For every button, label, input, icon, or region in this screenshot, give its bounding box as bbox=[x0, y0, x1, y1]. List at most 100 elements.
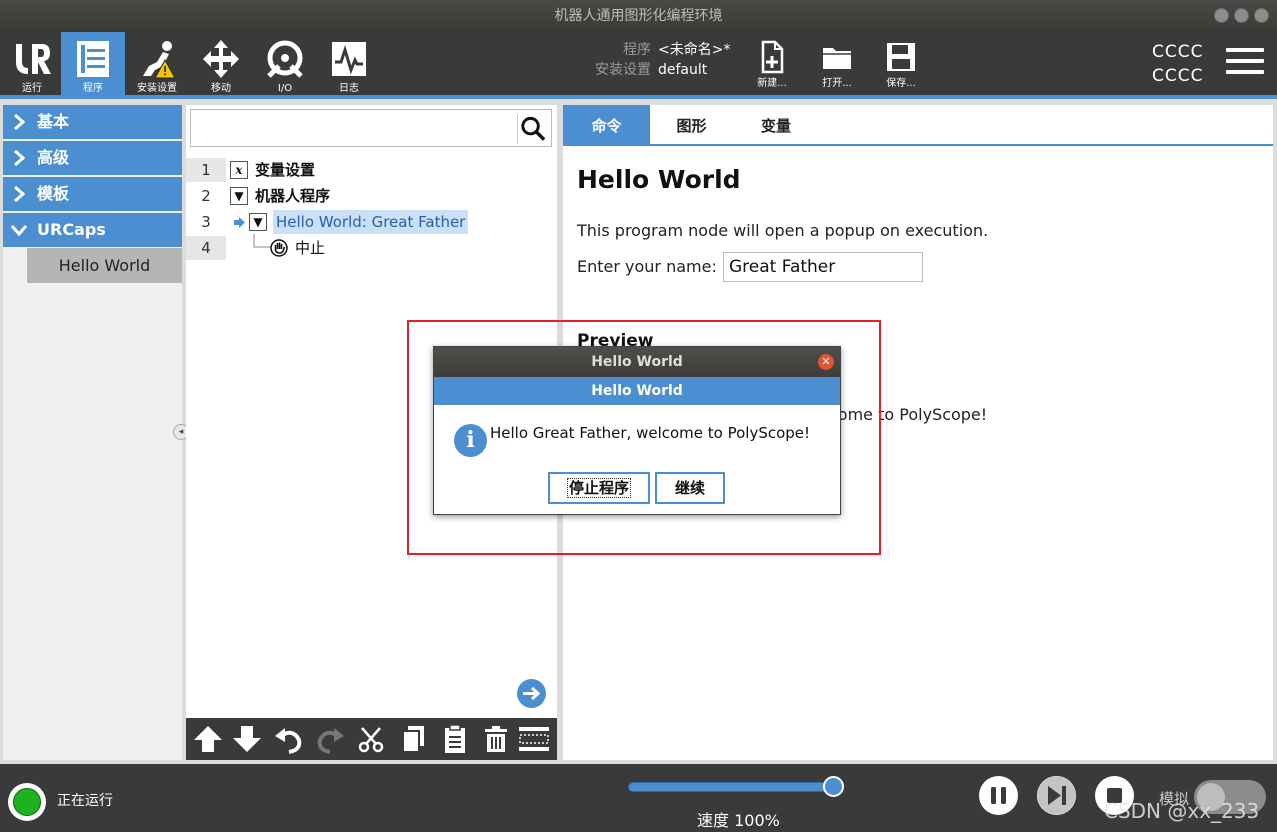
installation-tab-label: 安装设置 bbox=[137, 83, 177, 94]
window-controls bbox=[1214, 8, 1269, 23]
tab-graphics[interactable]: 图形 bbox=[650, 105, 733, 144]
installation-warning-icon bbox=[143, 41, 176, 79]
node-description: This program node will open a popup on e… bbox=[577, 221, 989, 240]
collapse-triangle-icon[interactable]: ▼ bbox=[249, 213, 267, 231]
nav-advanced[interactable]: 高级 bbox=[3, 141, 182, 175]
user-display: CCCC CCCC bbox=[1152, 40, 1203, 88]
popup-window-title: Hello World bbox=[591, 354, 683, 370]
nav-templates-label: 模板 bbox=[37, 184, 70, 203]
log-tab-button[interactable]: 日志 bbox=[317, 32, 381, 96]
open-button[interactable]: 打开... bbox=[807, 38, 867, 94]
program-info-labels: 程序 安装设置 bbox=[585, 40, 651, 80]
stop-program-button[interactable]: 停止程序 bbox=[548, 472, 650, 504]
nav-basic[interactable]: 基本 bbox=[3, 105, 182, 139]
installation-tab-button[interactable]: 安装设置 bbox=[125, 32, 189, 96]
next-node-arrow-icon[interactable] bbox=[517, 679, 546, 708]
chevron-down-icon bbox=[11, 225, 27, 237]
folder-icon bbox=[823, 48, 851, 69]
move-up-icon[interactable] bbox=[192, 724, 224, 754]
move-tab-label: 移动 bbox=[211, 83, 231, 94]
popup-header: Hello World bbox=[434, 377, 840, 405]
speed-slider-handle[interactable] bbox=[823, 776, 844, 797]
tab-variables[interactable]: 变量 bbox=[733, 105, 819, 144]
tab-command[interactable]: 命令 bbox=[563, 105, 650, 144]
minimize-button[interactable] bbox=[1214, 8, 1229, 23]
program-name: <未命名>* bbox=[658, 42, 731, 58]
halt-hand-icon bbox=[270, 239, 288, 257]
x-variable-icon: x bbox=[230, 161, 248, 179]
info-icon: i bbox=[454, 424, 487, 457]
node-title: Hello World bbox=[577, 165, 741, 194]
redo-icon[interactable] bbox=[314, 724, 346, 754]
program-tab-button[interactable]: 程序 bbox=[61, 32, 125, 96]
program-label: 程序 bbox=[623, 42, 651, 58]
log-tab-label: 日志 bbox=[339, 83, 359, 94]
line-number: 3 bbox=[201, 213, 211, 231]
floppy-save-icon bbox=[887, 43, 915, 71]
collapse-triangle-icon[interactable]: ▼ bbox=[230, 187, 248, 205]
close-icon[interactable]: ✕ bbox=[818, 354, 834, 370]
delete-trash-icon[interactable] bbox=[480, 724, 512, 754]
program-info-values: <未命名>* default bbox=[658, 40, 730, 80]
move-tab-button[interactable]: 移动 bbox=[189, 32, 253, 96]
nav-urcaps-label: URCaps bbox=[37, 220, 106, 239]
tree-row[interactable]: 2 ▼ 机器人程序 bbox=[186, 184, 557, 208]
copy-icon[interactable] bbox=[398, 724, 430, 754]
move-down-icon[interactable] bbox=[231, 724, 263, 754]
program-nodes-nav: 基本 高级 模板 URCaps Hello World bbox=[3, 105, 182, 760]
tree-connector bbox=[253, 234, 270, 248]
paste-clipboard-icon[interactable] bbox=[439, 724, 471, 754]
nav-basic-label: 基本 bbox=[37, 112, 70, 131]
hamburger-menu-icon[interactable] bbox=[1226, 48, 1264, 78]
save-button[interactable]: 保存... bbox=[871, 38, 931, 94]
run-tab-label: 运行 bbox=[22, 83, 42, 94]
tree-row-label: 中止 bbox=[295, 239, 326, 257]
installation-name: default bbox=[658, 62, 708, 78]
popup-titlebar: Hello World ✕ bbox=[434, 347, 840, 377]
pause-button[interactable] bbox=[979, 776, 1018, 815]
nav-hello-world-node[interactable]: Hello World bbox=[27, 248, 182, 283]
new-button[interactable]: 新建... bbox=[742, 38, 802, 94]
name-field-label: Enter your name: bbox=[577, 257, 717, 276]
search-icon[interactable] bbox=[517, 114, 547, 144]
watermark-text: CSDN @xx_233 bbox=[1104, 799, 1260, 823]
run-tab-button[interactable]: 运行 bbox=[0, 32, 64, 96]
name-input[interactable]: Great Father bbox=[723, 252, 923, 282]
status-bar: 正在运行 速度 100% 模拟 CSDN @xx_233 bbox=[0, 764, 1277, 832]
window-titlebar: 机器人通用图形化编程环境 bbox=[0, 0, 1277, 32]
nav-templates[interactable]: 模板 bbox=[3, 177, 182, 211]
maximize-button[interactable] bbox=[1234, 8, 1249, 23]
undo-icon[interactable] bbox=[273, 724, 305, 754]
user-line-1: CCCC bbox=[1152, 42, 1204, 62]
new-label: 新建... bbox=[757, 78, 787, 89]
tree-row-label: Hello World: Great Father bbox=[273, 210, 469, 234]
installation-label: 安装设置 bbox=[595, 62, 651, 78]
tree-edit-toolbar bbox=[186, 718, 557, 760]
line-number: 4 bbox=[186, 236, 226, 260]
toolbar-accent-line bbox=[0, 95, 1277, 99]
tree-search-input[interactable] bbox=[190, 109, 552, 147]
current-line-arrow-icon bbox=[234, 217, 245, 228]
step-button[interactable] bbox=[1037, 776, 1076, 815]
line-number: 2 bbox=[201, 187, 211, 205]
popup-message: Hello Great Father, welcome to PolyScope… bbox=[490, 424, 811, 442]
stop-program-label: 停止程序 bbox=[566, 478, 631, 498]
run-status-indicator bbox=[8, 783, 46, 821]
continue-button[interactable]: 继续 bbox=[655, 472, 725, 504]
ur-logo-icon bbox=[16, 44, 51, 74]
suppress-node-icon[interactable] bbox=[518, 724, 550, 754]
tree-row-selected[interactable]: 3 ▼ Hello World: Great Father bbox=[186, 210, 557, 234]
chevron-right-icon bbox=[14, 186, 26, 202]
new-file-icon bbox=[761, 40, 784, 74]
cut-scissors-icon[interactable] bbox=[356, 724, 388, 754]
tree-row[interactable]: 1 x 变量设置 bbox=[186, 158, 557, 182]
tree-row[interactable]: 4 中止 bbox=[186, 234, 557, 260]
save-label: 保存... bbox=[886, 78, 916, 89]
log-graph-icon bbox=[332, 42, 366, 76]
hello-world-popup: Hello World ✕ Hello World i Hello Great … bbox=[433, 346, 841, 515]
close-window-button[interactable] bbox=[1254, 8, 1269, 23]
speed-slider-track[interactable] bbox=[628, 782, 836, 792]
nav-urcaps[interactable]: URCaps bbox=[3, 213, 182, 247]
io-tab-button[interactable]: I/O bbox=[253, 32, 317, 96]
tree-row-label: 机器人程序 bbox=[255, 187, 331, 205]
